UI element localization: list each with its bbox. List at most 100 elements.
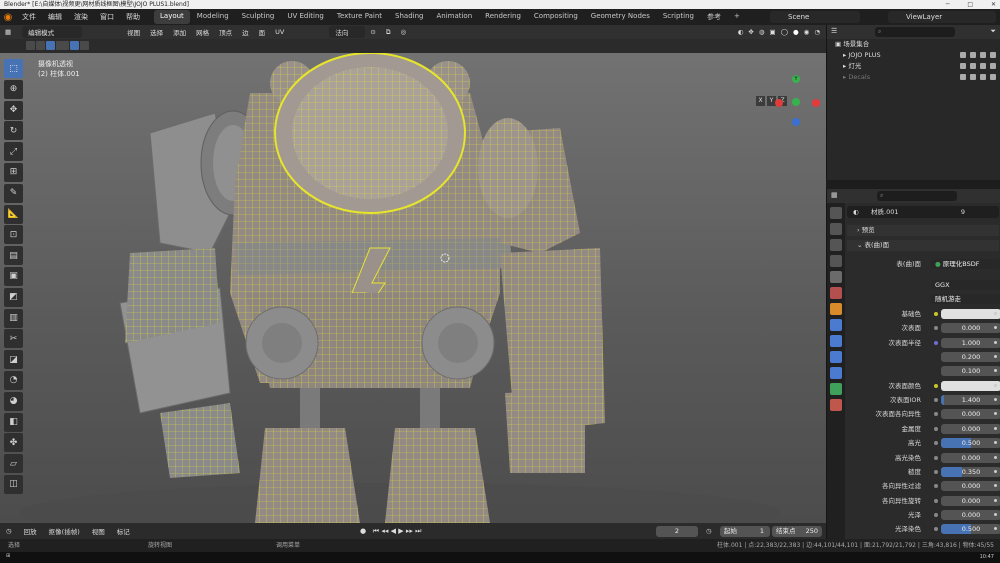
socket-dot-icon[interactable]: [934, 455, 938, 460]
rip-icon[interactable]: ◫: [4, 474, 23, 494]
eye-icon[interactable]: [980, 52, 986, 58]
select-new-icon[interactable]: [26, 41, 35, 50]
constraints-tab-icon[interactable]: [830, 367, 842, 379]
socket-dot-icon[interactable]: [934, 412, 938, 417]
eye-icon[interactable]: [980, 63, 986, 69]
output-tab-icon[interactable]: [830, 239, 842, 251]
annotate-icon[interactable]: ✎: [4, 183, 23, 203]
vertex-menu[interactable]: 顶点: [214, 27, 237, 37]
select-box-icon[interactable]: ⬚: [4, 59, 23, 78]
move-icon[interactable]: ✥: [4, 100, 23, 120]
play-icon[interactable]: ▶: [398, 527, 403, 535]
property-value-field[interactable]: 0.500: [941, 524, 1000, 535]
camera-icon[interactable]: [990, 52, 996, 58]
spin-icon[interactable]: ◔: [4, 370, 23, 390]
gizmo-neg-x-axis[interactable]: [812, 99, 820, 107]
add-menu[interactable]: 添加: [168, 27, 191, 37]
edge-slide-icon[interactable]: ◧: [4, 412, 23, 432]
keying-menu[interactable]: 抠像(插帧): [43, 526, 86, 536]
property-value-field[interactable]: 0.100: [941, 366, 1000, 377]
playback-menu[interactable]: 回放: [18, 526, 43, 536]
solid-shading-icon[interactable]: ●: [793, 28, 799, 36]
add-cube-icon[interactable]: ⊡: [4, 225, 23, 245]
outliner-editor-icon[interactable]: ☰: [831, 27, 837, 35]
tab-uv-editing[interactable]: UV Editing: [281, 10, 330, 24]
property-value-field[interactable]: 0.000: [941, 452, 1000, 463]
proportional-edit-icon[interactable]: ◎: [395, 28, 411, 36]
checkbox-icon[interactable]: [960, 63, 966, 69]
measure-icon[interactable]: 📐: [4, 204, 23, 224]
view-layer-selector[interactable]: ViewLayer: [888, 11, 996, 23]
color-swatch[interactable]: [941, 380, 1000, 391]
navigation-gizmo[interactable]: Y: [770, 73, 826, 133]
particles-tab-icon[interactable]: [830, 335, 842, 347]
inset-icon[interactable]: ▣: [4, 266, 23, 286]
face-menu[interactable]: 面: [254, 27, 271, 37]
data-tab-icon[interactable]: [830, 383, 842, 395]
keyframe-dot-icon[interactable]: [994, 383, 997, 387]
jump-end-icon[interactable]: ⏭: [415, 527, 421, 535]
edge-menu[interactable]: 边: [237, 27, 254, 37]
select-menu[interactable]: 选择: [145, 27, 168, 37]
keyframe-dot-icon[interactable]: [994, 426, 997, 430]
poly-build-icon[interactable]: ◪: [4, 350, 23, 370]
gizmo-y-axis[interactable]: Y: [792, 75, 800, 83]
menu-window[interactable]: 窗口: [94, 12, 120, 22]
visibility-icon[interactable]: ◐: [738, 28, 744, 36]
eye-icon[interactable]: [980, 74, 986, 80]
socket-dot-icon[interactable]: [934, 340, 938, 345]
menu-render[interactable]: 渲染: [68, 12, 94, 22]
uv-menu[interactable]: UV: [270, 28, 289, 36]
tab-reference[interactable]: 参考: [701, 10, 727, 24]
socket-dot-icon[interactable]: [934, 398, 938, 403]
section-surface[interactable]: ⌄ 表(曲)面: [847, 240, 999, 251]
edge-select-icon[interactable]: [70, 41, 79, 50]
timeline-editor-icon[interactable]: ◷: [0, 527, 18, 535]
keyframe-dot-icon[interactable]: [994, 312, 997, 315]
vertex-select-icon[interactable]: [60, 41, 69, 50]
stopwatch-icon[interactable]: ◷: [706, 527, 712, 535]
mesh-menu[interactable]: 网格: [191, 27, 214, 37]
pivot-icon[interactable]: ⊙: [365, 28, 380, 36]
keyframe-dot-icon[interactable]: [994, 340, 997, 344]
render-tab-icon[interactable]: [830, 223, 842, 235]
modifier-tab-icon[interactable]: [830, 319, 842, 331]
material-tab-icon[interactable]: [830, 399, 842, 411]
property-value-field[interactable]: 1.400: [941, 395, 1000, 406]
tool-tab-icon[interactable]: [830, 207, 842, 219]
tab-layout[interactable]: Layout: [154, 10, 190, 24]
filter-icon[interactable]: ⏷: [990, 27, 996, 36]
socket-dot-icon[interactable]: [934, 312, 938, 316]
section-preview[interactable]: › 预览: [847, 225, 999, 236]
rendered-shading-icon[interactable]: ◔: [814, 28, 820, 36]
mode-dropdown[interactable]: 编辑模式: [22, 26, 83, 38]
socket-dot-icon[interactable]: [934, 383, 938, 388]
distribution-dropdown[interactable]: GGX: [931, 280, 1000, 290]
property-value-field[interactable]: 0.000: [941, 481, 1000, 492]
gizmo-neg-y-axis[interactable]: [792, 98, 800, 106]
tab-texture-paint[interactable]: Texture Paint: [331, 10, 388, 24]
property-value-field[interactable]: 0.350: [941, 466, 1000, 477]
select-toggle-icon[interactable]: [970, 63, 976, 69]
view-menu[interactable]: 视图: [122, 27, 145, 37]
overlay-toggle-icon[interactable]: ◍: [759, 28, 765, 36]
gizmo-x-axis[interactable]: [775, 99, 783, 107]
shrink-icon[interactable]: ✤: [4, 433, 23, 453]
timeline-view-menu[interactable]: 视图: [86, 526, 111, 536]
smooth-icon[interactable]: ◕: [4, 391, 23, 411]
cursor-icon[interactable]: ⊕: [4, 79, 23, 99]
checkbox-icon[interactable]: [960, 74, 966, 80]
view-layer-tab-icon[interactable]: [830, 255, 842, 267]
socket-dot-icon[interactable]: [934, 469, 938, 474]
menu-file[interactable]: 文件: [16, 12, 42, 22]
outliner-search-input[interactable]: ⌕: [875, 27, 955, 37]
world-tab-icon[interactable]: [830, 287, 842, 299]
outliner-row-lights[interactable]: ▸ 灯光: [827, 61, 1000, 72]
3d-viewport[interactable]: 摄像机透视 (2) 柱体.001 ⬚ ⊕ ✥ ↻ ⤢ ⊞ ✎ 📐 ⊡ ▤ ▣ ◩…: [0, 53, 826, 523]
socket-dot-icon[interactable]: [934, 484, 938, 489]
end-frame-field[interactable]: 结束点 250: [772, 526, 822, 537]
material-selector[interactable]: ◐ 材质.001 9: [847, 206, 999, 218]
gizmo-toggle-icon[interactable]: ✥: [748, 28, 753, 36]
object-tab-icon[interactable]: [830, 303, 842, 315]
start-frame-field[interactable]: 起始 1: [720, 526, 770, 537]
